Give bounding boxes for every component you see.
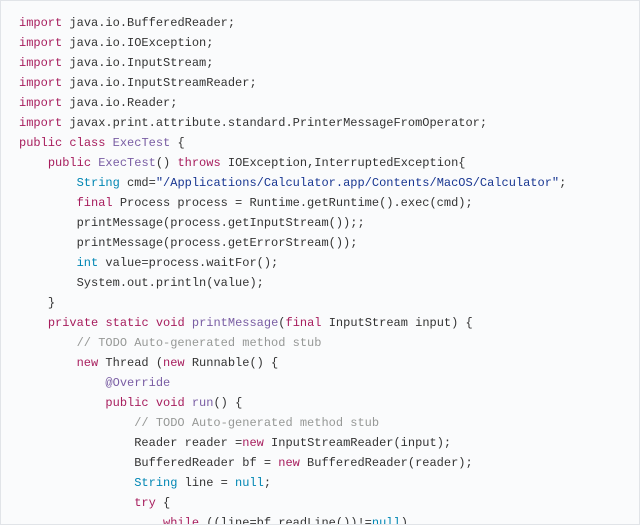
code-line: import javax.print.attribute.standard.Pr… <box>19 113 621 133</box>
code-line: import java.io.Reader; <box>19 93 621 113</box>
code-line: public ExecTest() throws IOException,Int… <box>19 153 621 173</box>
code-line: BufferedReader bf = new BufferedReader(r… <box>19 453 621 473</box>
code-line: System.out.println(value); <box>19 273 621 293</box>
code-line: import java.io.InputStream; <box>19 53 621 73</box>
code-line: String line = null; <box>19 473 621 493</box>
code-line: Reader reader =new InputStreamReader(inp… <box>19 433 621 453</box>
code-line: import java.io.BufferedReader; <box>19 13 621 33</box>
code-line: while ((line=bf.readLine())!=null) <box>19 513 621 525</box>
code-line: import java.io.IOException; <box>19 33 621 53</box>
code-line: try { <box>19 493 621 513</box>
code-line: } <box>19 293 621 313</box>
code-line: private static void printMessage(final I… <box>19 313 621 333</box>
code-line: // TODO Auto-generated method stub <box>19 413 621 433</box>
code-line: // TODO Auto-generated method stub <box>19 333 621 353</box>
code-line: printMessage(process.getErrorStream()); <box>19 233 621 253</box>
code-line: int value=process.waitFor(); <box>19 253 621 273</box>
code-line: public void run() { <box>19 393 621 413</box>
code-line: import java.io.InputStreamReader; <box>19 73 621 93</box>
code-line: @Override <box>19 373 621 393</box>
code-line: final Process process = Runtime.getRunti… <box>19 193 621 213</box>
code-line: new Thread (new Runnable() { <box>19 353 621 373</box>
code-line: public class ExecTest { <box>19 133 621 153</box>
code-line: String cmd="/Applications/Calculator.app… <box>19 173 621 193</box>
code-line: printMessage(process.getInputStream());; <box>19 213 621 233</box>
code-block: import java.io.BufferedReader; import ja… <box>0 0 640 525</box>
